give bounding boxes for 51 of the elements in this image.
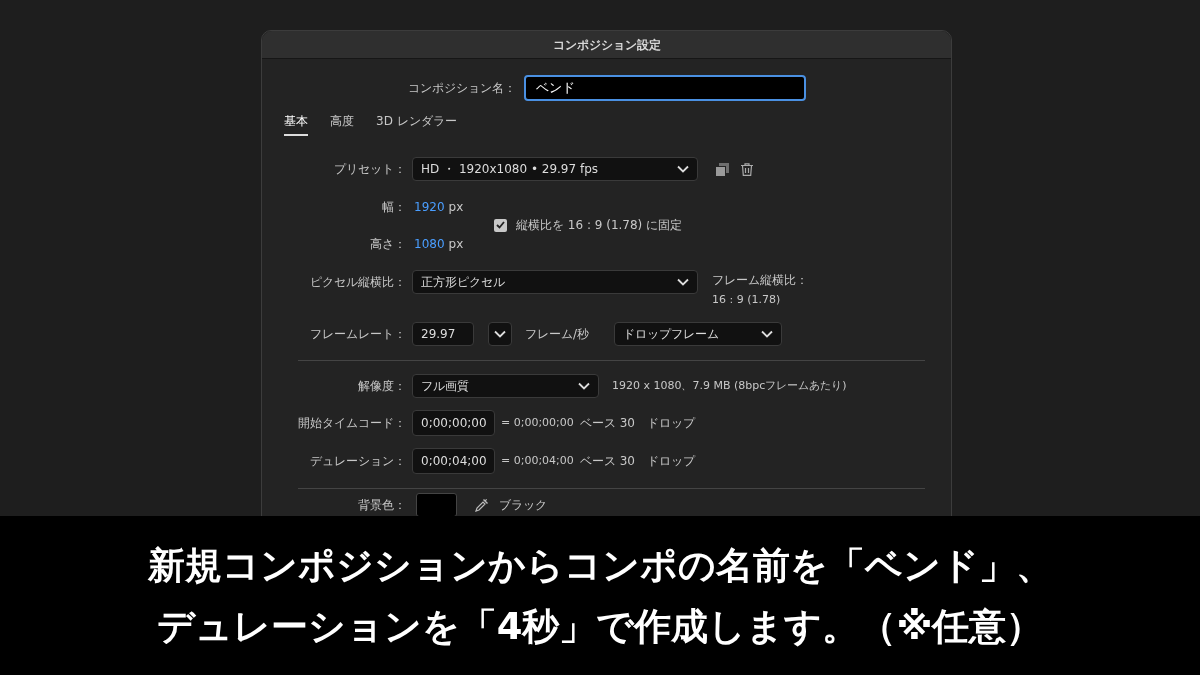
width-value: 1920 [414, 199, 445, 216]
chevron-icon [677, 165, 689, 173]
checkbox-label: 縦横比を 16 : 9 (1.78) に固定 [516, 217, 683, 234]
trash-icon[interactable] [741, 162, 753, 176]
field-label: 開始タイムコード： [298, 416, 406, 430]
field-label: デュレーション： [310, 454, 406, 468]
timecode-text: = 0;00;00;00 [501, 414, 574, 431]
chevron-icon [761, 330, 774, 338]
color-name-text: ブラック [499, 497, 547, 514]
field-label: 解像度： [358, 379, 406, 393]
frame-aspect-value: 16 : 9 (1.78) [712, 292, 782, 308]
dropdown-button[interactable] [488, 322, 512, 346]
chevron-icon [677, 278, 689, 286]
field-label: フレームレート： [310, 327, 406, 341]
dropdown[interactable]: ドロップフレーム [614, 322, 783, 346]
resolution-info: 1920 x 1080、7.9 MB (8bpcフレームあたり) [612, 377, 847, 394]
caption-text: デュレーションを「4秒」で作成します。（※任意） [155, 604, 1045, 650]
unit-text: フレーム/秒 [525, 326, 590, 343]
chevron-icon [578, 382, 590, 390]
dropdown[interactable]: HD ・ 1920x1080 • 29.97 fps [412, 157, 698, 181]
frame-aspect-label: フレーム縦横比： [712, 272, 808, 289]
name-field[interactable]: ベンド [524, 75, 806, 101]
new-preset-icon[interactable] [716, 162, 729, 176]
dropdown[interactable]: 正方形ピクセル [412, 270, 698, 294]
field-label: 幅： [382, 200, 406, 214]
tab[interactable]: 3D レンダラー [376, 110, 457, 136]
drop-text: ドロップ [646, 453, 695, 470]
drop-text: ドロップ [646, 415, 695, 432]
unit-text: px [448, 236, 464, 253]
tab[interactable]: 基本 [284, 110, 308, 136]
timecode-text: = 0;00;04;00 [501, 452, 574, 469]
chevron-icon [494, 330, 506, 338]
caption-text: 新規コンポジションからコンポの名前を「ベンド」、 [146, 543, 1054, 589]
color-swatch[interactable] [416, 493, 457, 516]
field-label: ピクセル縦横比： [310, 275, 406, 289]
field-label: 高さ： [370, 237, 406, 251]
checkbox[interactable] [494, 218, 507, 232]
field-label: プリセット： [334, 162, 406, 176]
dropdown[interactable]: フル画質 [412, 374, 599, 398]
frame-rate-field[interactable]: 29.97 [412, 322, 474, 346]
field-label: コンポジション名： [408, 81, 516, 95]
window-title: コンポジション設定 [262, 31, 951, 59]
field-label: 背景色： [358, 498, 406, 512]
timebase-text: ベース 30 [579, 415, 635, 432]
height-value: 1080 [414, 236, 445, 253]
eyedropper-icon[interactable] [475, 498, 489, 512]
tab[interactable]: 高度 [330, 110, 354, 136]
timecode-field[interactable]: 0;00;00;00 [412, 410, 495, 436]
timebase-text: ベース 30 [579, 453, 635, 470]
unit-text: px [448, 199, 464, 216]
timecode-field[interactable]: 0;00;04;00 [412, 448, 495, 474]
